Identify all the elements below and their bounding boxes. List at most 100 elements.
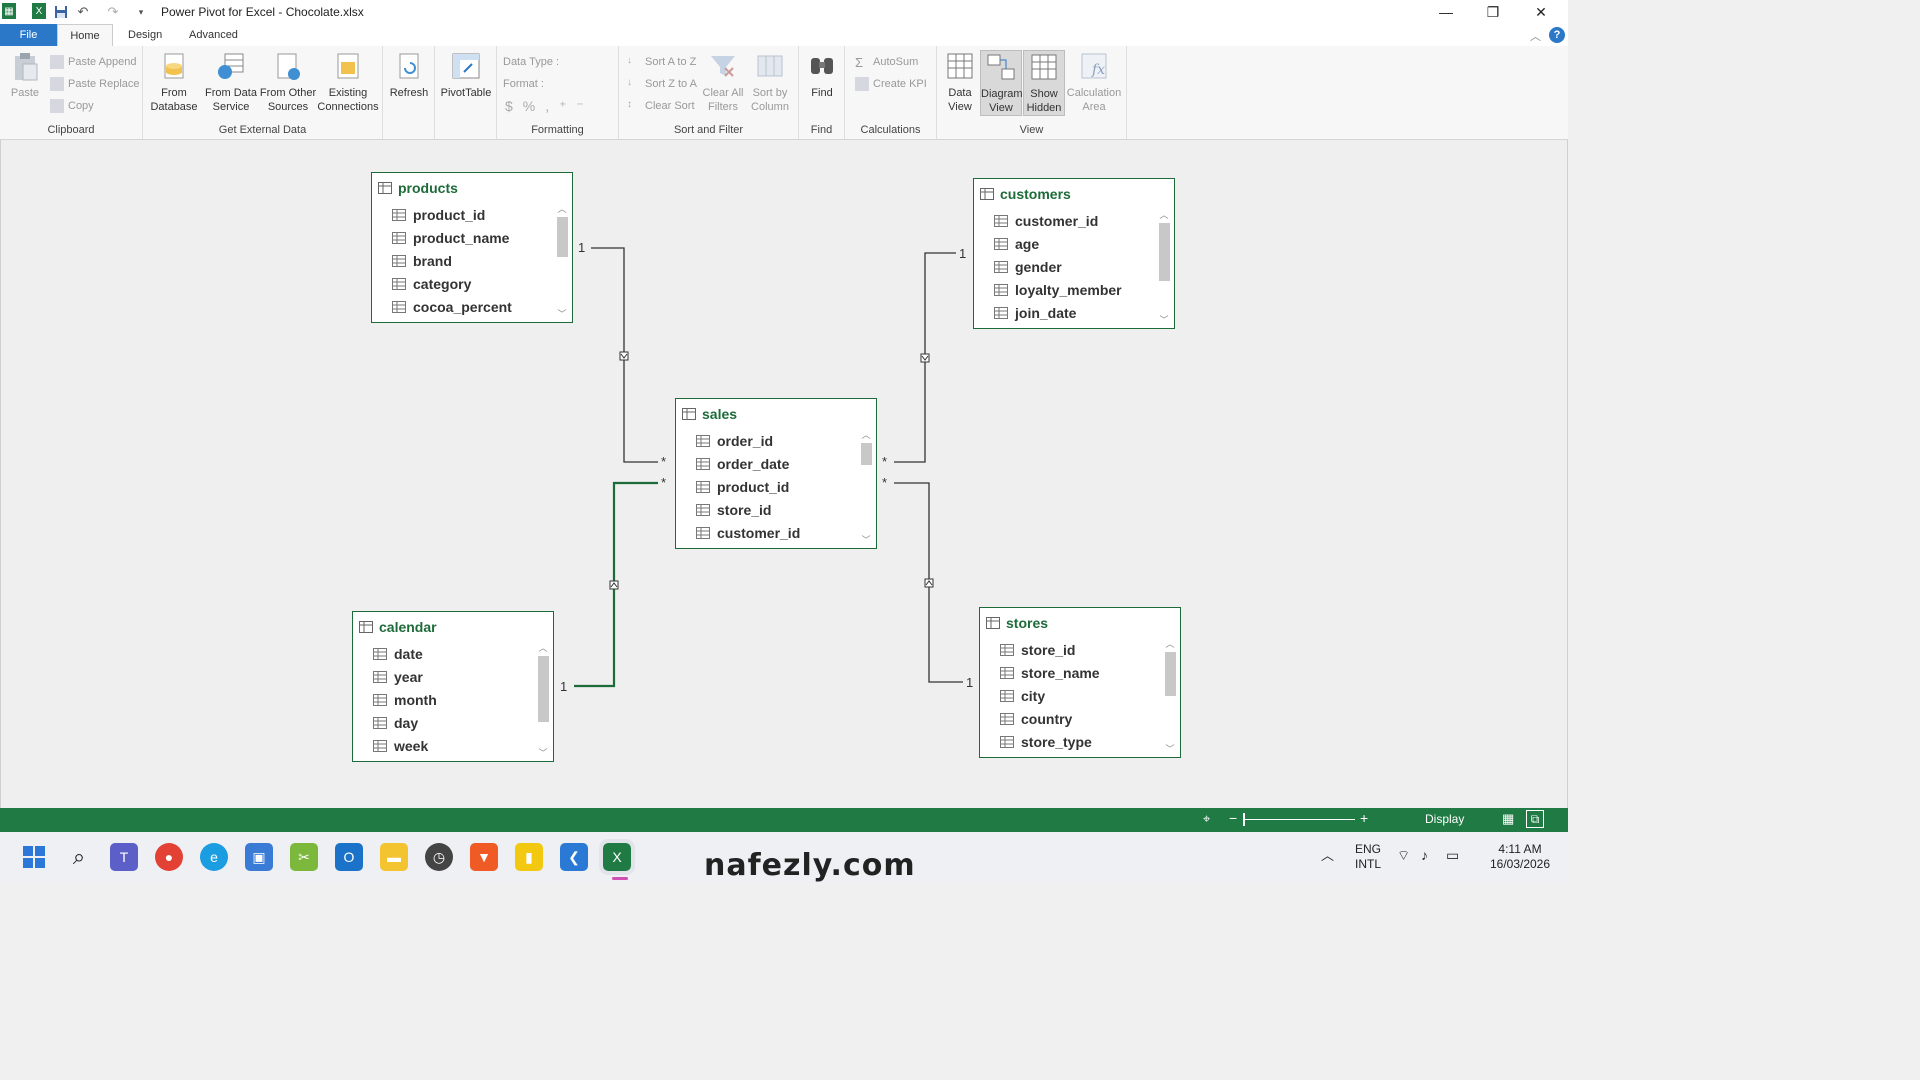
table-header[interactable]: stores xyxy=(980,608,1180,638)
zoom-out-icon[interactable]: − xyxy=(1229,810,1237,826)
scroll-thumb[interactable] xyxy=(538,656,549,722)
tab-home[interactable]: Home xyxy=(57,24,113,46)
table-products[interactable]: products product_id product_name brand c… xyxy=(371,172,573,323)
scroll-down-icon[interactable]: ﹀ xyxy=(1156,314,1172,326)
table-header[interactable]: customers xyxy=(974,179,1174,209)
outlook-icon[interactable]: O xyxy=(335,843,363,871)
zoom-in-icon[interactable]: + xyxy=(1360,810,1368,826)
column-item[interactable]: product_name xyxy=(392,226,552,249)
clock-app-icon[interactable]: ◷ xyxy=(425,843,453,871)
tab-advanced[interactable]: Advanced xyxy=(179,24,248,46)
column-item[interactable]: store_id xyxy=(1000,638,1160,661)
brave-browser-icon[interactable]: ▼ xyxy=(470,843,498,871)
column-item[interactable]: order_id xyxy=(696,429,856,452)
scroll-up-icon[interactable]: ︿ xyxy=(1162,638,1178,650)
collapse-ribbon-icon[interactable]: ︿ xyxy=(1530,28,1541,44)
column-item[interactable]: date xyxy=(373,642,533,665)
table-scrollbar[interactable]: ︿ ﹀ xyxy=(554,203,570,320)
decrease-decimal-icon[interactable]: ⁻ xyxy=(577,98,590,115)
scroll-thumb[interactable] xyxy=(861,443,872,465)
scroll-down-icon[interactable]: ﹀ xyxy=(858,534,874,546)
table-stores[interactable]: stores store_id store_name city country … xyxy=(979,607,1181,758)
edge-icon[interactable]: e xyxy=(200,843,228,871)
refresh-button[interactable]: Refresh xyxy=(387,50,431,100)
table-header[interactable]: sales xyxy=(676,399,876,429)
tab-design[interactable]: Design xyxy=(118,24,172,46)
scroll-thumb[interactable] xyxy=(557,217,568,257)
save-icon[interactable] xyxy=(52,3,70,21)
sort-z-to-a-button[interactable]: ↓ Sort Z to A xyxy=(627,75,697,93)
wifi-icon[interactable]: ⌔ xyxy=(1397,848,1410,863)
show-hidden-button[interactable]: Show Hidden xyxy=(1023,50,1065,116)
excel-taskbar-icon[interactable]: X xyxy=(599,839,635,875)
customize-quick-access-icon[interactable]: ▾ xyxy=(132,3,150,21)
column-item[interactable]: product_id xyxy=(696,475,856,498)
minimize-button[interactable]: — xyxy=(1423,0,1469,24)
close-button[interactable]: ✕ xyxy=(1518,0,1564,24)
sort-a-to-z-button[interactable]: ↓ Sort A to Z xyxy=(627,53,696,71)
scroll-thumb[interactable] xyxy=(1165,652,1176,696)
teams-icon[interactable]: T xyxy=(110,843,138,871)
paste-button[interactable]: Paste xyxy=(6,50,44,100)
column-item[interactable]: store_name xyxy=(1000,661,1160,684)
existing-connections-button[interactable]: Existing Connections xyxy=(317,50,379,114)
percent-icon[interactable]: % xyxy=(523,98,541,114)
number-format-icons[interactable]: $%, ⁺ ⁻ xyxy=(505,97,590,115)
paste-replace-button[interactable]: Paste Replace xyxy=(50,75,140,93)
fit-to-screen-icon[interactable]: ⌖ xyxy=(1203,811,1210,827)
column-item[interactable]: month xyxy=(373,688,533,711)
column-item[interactable]: category xyxy=(392,272,552,295)
table-scrollbar[interactable]: ︿ ﹀ xyxy=(1162,638,1178,755)
language-indicator[interactable]: ENG INTL xyxy=(1352,842,1384,872)
increase-decimal-icon[interactable]: ⁺ xyxy=(559,98,572,115)
currency-icon[interactable]: $ xyxy=(505,98,519,114)
column-item[interactable]: order_date xyxy=(696,452,856,475)
data-view-button[interactable]: Data View xyxy=(941,50,979,114)
pivottable-button[interactable]: PivotTable xyxy=(439,50,493,100)
column-item[interactable]: join_date xyxy=(994,301,1154,324)
scroll-down-icon[interactable]: ﹀ xyxy=(1162,743,1178,755)
table-scrollbar[interactable]: ︿ ﹀ xyxy=(1156,209,1172,326)
zoom-slider-thumb[interactable] xyxy=(1243,813,1245,826)
column-item[interactable]: year xyxy=(373,665,533,688)
restore-button[interactable]: ❐ xyxy=(1470,0,1516,24)
column-item[interactable]: cocoa_percent xyxy=(392,295,552,318)
create-kpi-button[interactable]: Create KPI xyxy=(855,75,927,93)
column-item[interactable]: country xyxy=(1000,707,1160,730)
sort-by-column-button[interactable]: Sort by Column xyxy=(745,50,795,114)
snipping-tool-icon[interactable]: ✂ xyxy=(290,843,318,871)
scroll-down-icon[interactable]: ﹀ xyxy=(554,308,570,320)
column-item[interactable]: week xyxy=(373,734,533,757)
scroll-up-icon[interactable]: ︿ xyxy=(1156,209,1172,221)
windows-start-icon[interactable] xyxy=(20,843,48,871)
autosum-button[interactable]: Σ AutoSum xyxy=(855,53,918,71)
scroll-thumb[interactable] xyxy=(1159,223,1170,281)
chrome-icon[interactable]: ● xyxy=(155,843,183,871)
column-item[interactable]: product_id xyxy=(392,203,552,226)
zoom-slider[interactable] xyxy=(1243,819,1355,820)
diagram-canvas[interactable]: 1 * 1 * 1 * 1 * products product_id prod… xyxy=(0,140,1568,808)
from-other-sources-button[interactable]: From Other Sources xyxy=(259,50,317,114)
tab-file[interactable]: File xyxy=(0,24,57,46)
scroll-up-icon[interactable]: ︿ xyxy=(858,429,874,441)
column-item[interactable]: brand xyxy=(392,249,552,272)
table-header[interactable]: calendar xyxy=(353,612,553,642)
help-icon[interactable]: ? xyxy=(1549,27,1565,43)
search-icon[interactable]: ⌕ xyxy=(65,843,93,871)
column-item[interactable]: city xyxy=(1000,684,1160,707)
copy-button[interactable]: Copy xyxy=(50,97,94,115)
column-item[interactable]: loyalty_member xyxy=(994,278,1154,301)
show-hidden-icons-icon[interactable]: ︿ xyxy=(1321,848,1334,863)
clear-sort-button[interactable]: ↕ Clear Sort xyxy=(627,97,695,115)
table-scrollbar[interactable]: ︿ ﹀ xyxy=(535,642,551,759)
table-sales[interactable]: sales order_id order_date product_id sto… xyxy=(675,398,877,549)
table-customers[interactable]: customers customer_id age gender loyalty… xyxy=(973,178,1175,329)
clock[interactable]: 4:11 AM 16/03/2026 xyxy=(1478,842,1562,872)
column-item[interactable]: customer_id xyxy=(696,521,856,544)
file-explorer-icon[interactable]: ▬ xyxy=(380,843,408,871)
column-item[interactable]: age xyxy=(994,232,1154,255)
volume-icon[interactable]: ♪ xyxy=(1421,848,1428,863)
paste-append-button[interactable]: Paste Append xyxy=(50,53,137,71)
column-item[interactable]: customer_id xyxy=(994,209,1154,232)
table-scrollbar[interactable]: ︿ ﹀ xyxy=(858,429,874,546)
